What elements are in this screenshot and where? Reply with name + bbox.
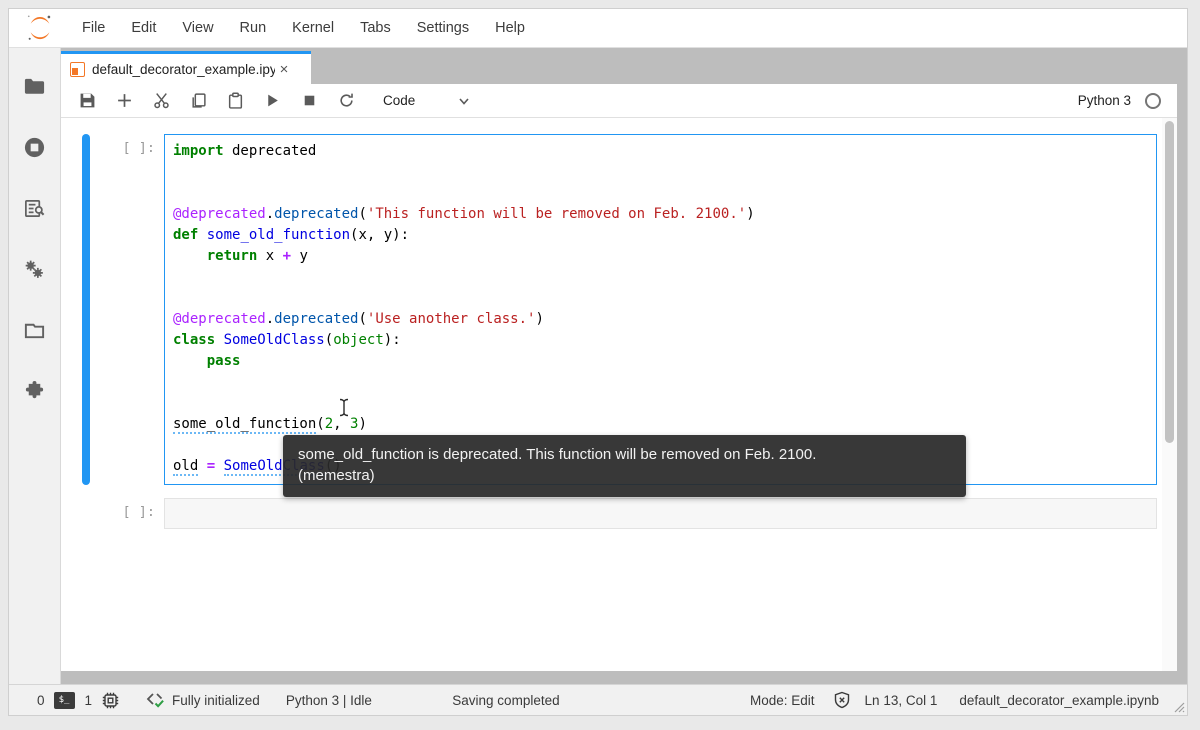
run-icon <box>268 94 278 107</box>
notebook-mode-item[interactable]: Mode: Edit <box>750 693 815 708</box>
notebook-tab[interactable]: default_decorator_example.ipynb × <box>61 51 311 84</box>
filename-text: default_decorator_example.ipynb <box>959 692 1159 708</box>
cursor-position-text: Ln 13, Col 1 <box>864 692 938 708</box>
deprecation-tooltip: some_old_function is deprecated. This fu… <box>283 435 966 497</box>
sidebar-item-property-inspector[interactable] <box>9 239 61 300</box>
running-sessions-item[interactable]: 0 $_ 1 <box>37 691 120 710</box>
paste-icon <box>228 92 243 109</box>
menu-run[interactable]: Run <box>227 14 280 42</box>
menu-tabs[interactable]: Tabs <box>347 14 404 42</box>
sidebar-item-file-browser[interactable] <box>9 56 61 117</box>
kernels-count: 1 <box>84 692 93 708</box>
code-cell[interactable]: [ ]: import deprecated @deprecated.depre… <box>61 134 1177 485</box>
stop-kernel-button[interactable] <box>292 88 327 113</box>
terminals-count: 0 <box>37 692 45 708</box>
notebook-panel: [ ]: import deprecated @deprecated.depre… <box>61 118 1177 671</box>
tooltip-message: some_old_function is deprecated. This fu… <box>298 446 817 463</box>
property-inspector-icon <box>25 260 43 278</box>
paste-cells-button[interactable] <box>218 88 253 113</box>
add-cell-icon <box>118 94 131 107</box>
cell-type-value: Code <box>383 93 416 108</box>
menu-help[interactable]: Help <box>482 14 538 42</box>
mode-text: Mode: Edit <box>750 692 815 708</box>
menu-edit[interactable]: Edit <box>118 14 169 42</box>
chevron-down-icon <box>459 97 469 105</box>
menu-file[interactable]: File <box>69 14 118 42</box>
cell-collapser[interactable] <box>82 498 90 529</box>
open-tabs-icon <box>24 323 45 339</box>
extension-manager-icon <box>25 380 44 399</box>
file-browser-icon <box>24 78 45 94</box>
add-cell-button[interactable] <box>107 88 142 113</box>
sidebar-item-open-tabs[interactable] <box>9 300 61 361</box>
notebook-toolbar: Code Python 3 <box>61 84 1177 118</box>
trust-status-item[interactable] <box>833 691 851 709</box>
cell-type-dropdown[interactable]: Code <box>383 93 471 108</box>
left-sidebar <box>9 48 61 684</box>
status-bar: 0 $_ 1 Fully initialized Python 3 | Idle… <box>9 684 1187 715</box>
shield-untrusted-icon <box>834 691 849 709</box>
empty-code-editor[interactable] <box>164 498 1157 529</box>
restart-kernel-icon <box>340 93 353 107</box>
lsp-status-item[interactable]: Fully initialized <box>146 691 260 709</box>
filename-item: default_decorator_example.ipynb <box>959 693 1159 708</box>
sidebar-item-command-palette[interactable] <box>9 178 61 239</box>
text-cursor-icon <box>339 398 349 417</box>
cut-cells-button[interactable] <box>144 88 179 113</box>
tooltip-source: (memestra) <box>298 467 375 484</box>
notebook-icon <box>70 61 85 77</box>
saving-status-text: Saving completed <box>452 692 560 708</box>
cell-input-prompt: [ ]: <box>122 140 155 156</box>
copy-cells-button[interactable] <box>181 88 216 113</box>
kernel-status-idle-icon[interactable] <box>1145 92 1161 109</box>
cursor-position-item[interactable]: Ln 13, Col 1 <box>865 693 938 708</box>
notebook-scrollbar[interactable] <box>1162 118 1177 671</box>
copy-icon <box>192 93 206 108</box>
running-kernels-icon <box>24 137 45 158</box>
jupyterlab-window: File Edit View Run Kernel Tabs Settings … <box>8 8 1188 716</box>
terminal-icon: $_ <box>53 691 75 709</box>
cut-icon <box>154 93 169 109</box>
sidebar-item-running-kernels[interactable] <box>9 117 61 178</box>
resize-grip-icon[interactable] <box>1172 700 1185 713</box>
cell-input-prompt: [ ]: <box>122 504 155 520</box>
restart-kernel-button[interactable] <box>329 88 364 113</box>
empty-code-cell[interactable]: [ ]: <box>61 498 1177 529</box>
kernel-status-item[interactable]: Python 3 | Idle <box>286 693 372 708</box>
code-editor[interactable]: import deprecated @deprecated.deprecated… <box>164 134 1157 485</box>
cell-collapser[interactable] <box>82 134 90 485</box>
menu-view[interactable]: View <box>169 14 226 42</box>
command-palette-icon <box>25 199 45 218</box>
main-dock-panel: default_decorator_example.ipynb × Code P… <box>61 48 1187 684</box>
tab-bar: default_decorator_example.ipynb × <box>61 48 1187 84</box>
stop-icon <box>304 95 315 106</box>
kernel-status-text: Python 3 | Idle <box>285 692 372 708</box>
kernel-name[interactable]: Python 3 <box>1078 93 1131 108</box>
sidebar-item-extension-manager[interactable] <box>9 361 61 422</box>
run-cell-button[interactable] <box>255 88 290 113</box>
scrollbar-thumb[interactable] <box>1165 121 1174 443</box>
menu-bar: File Edit View Run Kernel Tabs Settings … <box>9 9 1187 48</box>
save-icon <box>80 93 95 108</box>
tab-close-icon[interactable]: × <box>275 61 293 78</box>
jupyter-logo-icon <box>27 15 51 40</box>
lsp-status-icon <box>146 693 164 708</box>
menu-settings[interactable]: Settings <box>404 14 482 42</box>
tab-title: default_decorator_example.ipynb <box>92 61 275 77</box>
kernel-chip-icon <box>102 692 119 708</box>
lsp-status-text: Fully initialized <box>172 692 260 708</box>
menu-kernel[interactable]: Kernel <box>279 14 347 42</box>
saving-status-item: Saving completed <box>452 693 559 708</box>
save-button[interactable] <box>70 88 105 113</box>
